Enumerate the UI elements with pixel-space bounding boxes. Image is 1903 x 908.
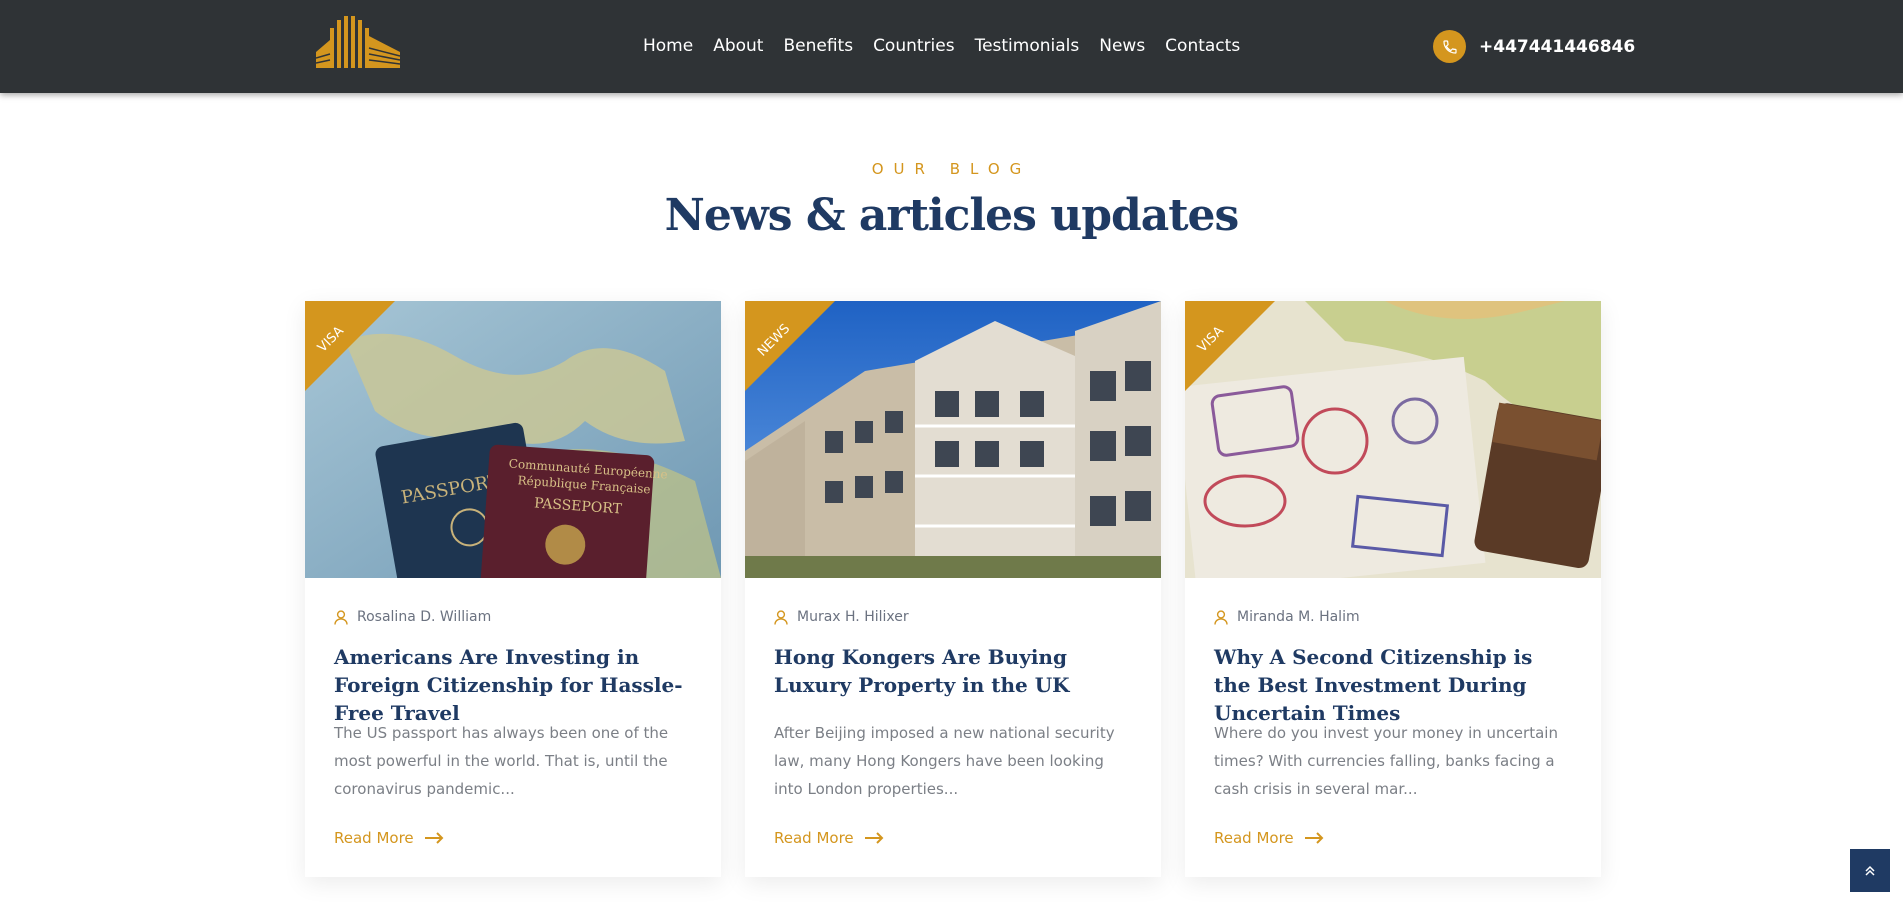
blog-card: PASSPORT Communauté Européenne Républiqu… <box>305 301 721 877</box>
read-more-link[interactable]: Read More <box>774 829 884 847</box>
post-excerpt: Where do you invest your money in uncert… <box>1214 724 1558 798</box>
building-logo[interactable] <box>315 14 402 72</box>
post-title[interactable]: Hong Kongers Are Buying Luxury Property … <box>774 643 1134 699</box>
post-title[interactable]: Why A Second Citizenship is the Best Inv… <box>1214 643 1574 727</box>
read-more-link[interactable]: Read More <box>1214 829 1324 847</box>
author-name: Murax H. Hilixer <box>797 609 909 625</box>
nav-benefits[interactable]: Benefits <box>783 36 853 56</box>
read-more-link[interactable]: Read More <box>334 829 444 847</box>
post-author: Murax H. Hilixer <box>774 609 909 625</box>
phone-number: +447441446846 <box>1479 36 1636 57</box>
author-name: Miranda M. Halim <box>1237 609 1360 625</box>
nav-countries[interactable]: Countries <box>873 36 955 56</box>
phone-icon <box>1433 30 1466 63</box>
arrow-right-icon <box>1304 832 1324 844</box>
arrow-right-icon <box>424 832 444 844</box>
scroll-to-top-button[interactable] <box>1850 849 1890 892</box>
post-excerpt: After Beijing imposed a new national sec… <box>774 724 1115 798</box>
read-more-label: Read More <box>774 829 854 847</box>
arrow-right-icon <box>864 832 884 844</box>
nav-testimonials[interactable]: Testimonials <box>975 36 1080 56</box>
post-title[interactable]: Americans Are Investing in Foreign Citiz… <box>334 643 694 727</box>
post-excerpt: The US passport has always been one of t… <box>334 724 669 798</box>
nav-about[interactable]: About <box>713 36 763 56</box>
user-icon <box>1214 609 1228 625</box>
author-name: Rosalina D. William <box>357 609 492 625</box>
main-nav: Home About Benefits Countries Testimonia… <box>643 36 1260 56</box>
chevrons-up-icon <box>1865 865 1875 876</box>
section-title: News & articles updates <box>664 190 1240 241</box>
blog-card: NEWS Murax H. Hilixer Hong Kongers Are B… <box>745 301 1161 877</box>
nav-contacts[interactable]: Contacts <box>1165 36 1240 56</box>
phone-contact[interactable]: +447441446846 <box>1433 30 1635 63</box>
read-more-label: Read More <box>1214 829 1294 847</box>
nav-home[interactable]: Home <box>643 36 693 56</box>
section-eyebrow: OUR BLOG <box>871 160 1032 178</box>
user-icon <box>774 609 788 625</box>
nav-news[interactable]: News <box>1099 36 1145 56</box>
read-more-label: Read More <box>334 829 414 847</box>
blog-card: VISA Miranda M. Halim Why A Second Citiz… <box>1185 301 1601 877</box>
post-author: Rosalina D. William <box>334 609 491 625</box>
post-author: Miranda M. Halim <box>1214 609 1360 625</box>
user-icon <box>334 609 348 625</box>
site-header: Home About Benefits Countries Testimonia… <box>0 0 1903 93</box>
